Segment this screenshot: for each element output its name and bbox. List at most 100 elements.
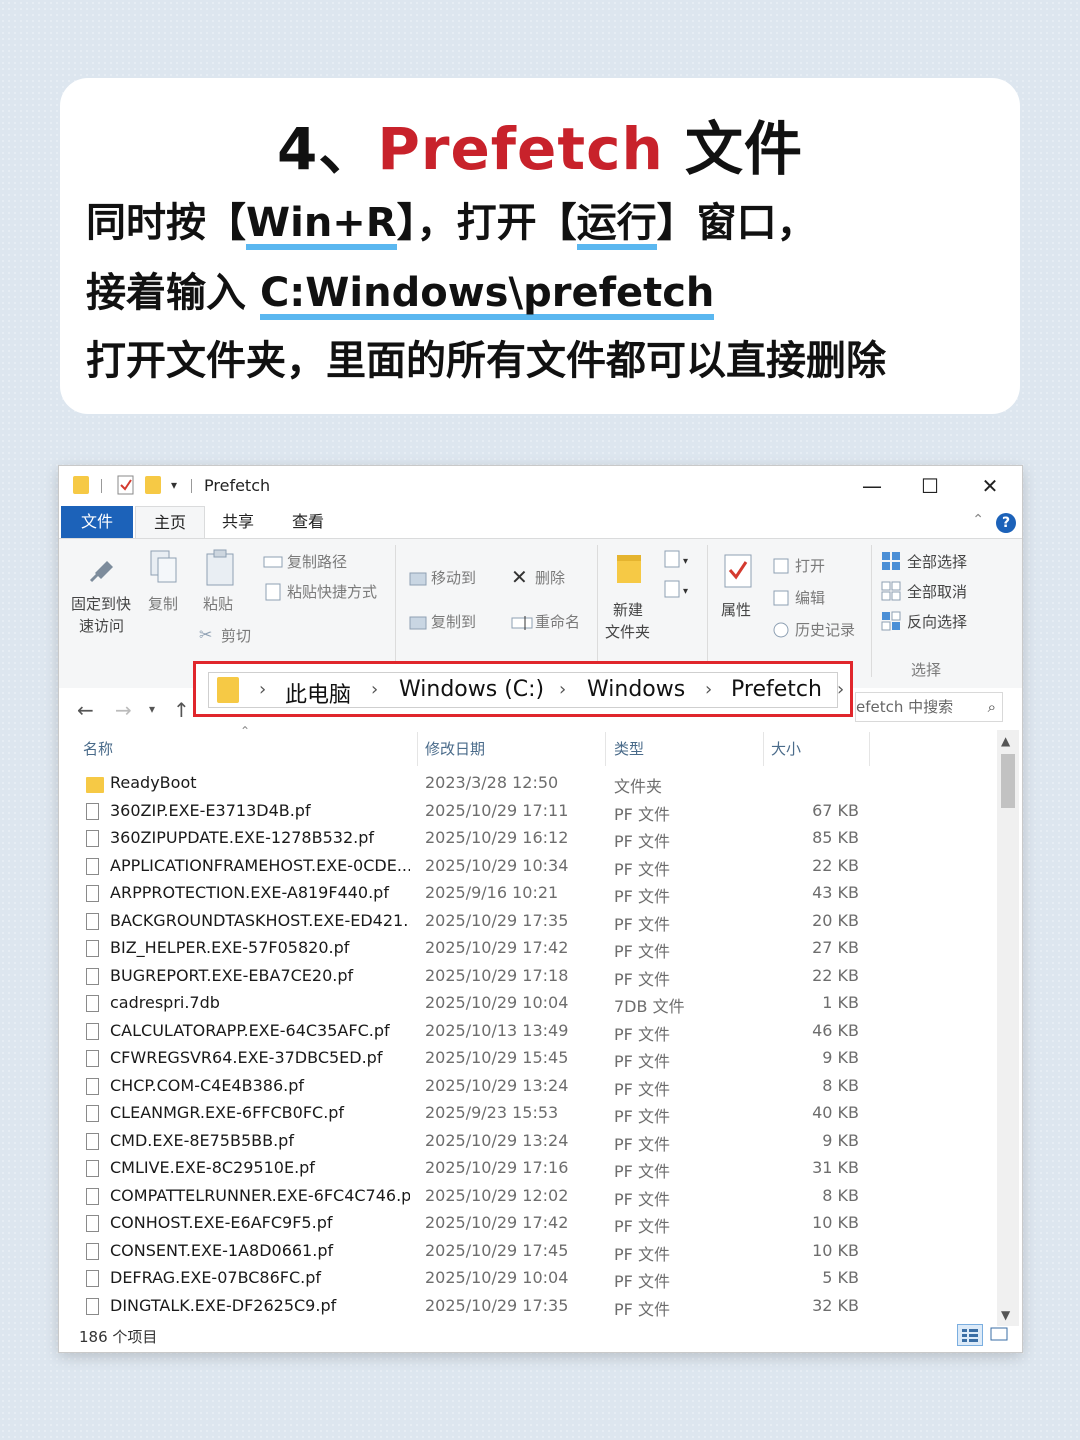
breadcrumb-prefetch[interactable]: Prefetch [731, 677, 822, 702]
table-row[interactable]: CONHOST.EXE-E6AFC9F5.pf 2025/10/29 17:42 P… [59, 1210, 999, 1238]
table-row[interactable]: CHCP.COM-C4E4B386.pf 2025/10/29 13:24 PF 文… [59, 1073, 999, 1101]
breadcrumb-separator[interactable]: › [837, 679, 844, 700]
edit-button[interactable]: 编辑 [795, 587, 825, 608]
table-row[interactable]: 360ZIP.EXE-E3713D4B.pf 2025/10/29 17:11 PF… [59, 798, 999, 826]
large-icons-view-icon[interactable] [987, 1324, 1013, 1346]
column-divider[interactable] [763, 732, 764, 766]
breadcrumb-c-drive[interactable]: Windows (C:) [399, 677, 544, 702]
column-divider[interactable] [869, 732, 870, 766]
table-row[interactable]: CFWREGSVR64.EXE-37DBC5ED.pf 2025/10/29 15… [59, 1045, 999, 1073]
address-bar[interactable]: › 此电脑 › Windows (C:) › Windows › Prefetc… [208, 672, 844, 709]
collapse-ribbon-icon[interactable]: ⌃ [972, 512, 984, 528]
table-row[interactable]: COMPATTELRUNNER.EXE-6FC4C746.pf 2025/10/2… [59, 1183, 999, 1211]
table-row[interactable]: BUGREPORT.EXE-EBA7CE20.pf 2025/10/29 17:1… [59, 963, 999, 991]
breadcrumb-separator[interactable]: › [705, 679, 712, 700]
pin-quick-access-button[interactable]: 固定到快 [71, 593, 131, 614]
table-row[interactable]: ARPPROTECTION.EXE-A819F440.pf 2025/9/16 1… [59, 880, 999, 908]
arrow-right-icon[interactable]: → [115, 698, 132, 722]
new-folder-button[interactable]: 新建 [613, 599, 643, 620]
invert-selection-button[interactable]: 反向选择 [907, 611, 967, 632]
file-icon [86, 1160, 99, 1177]
arrow-left-icon[interactable]: ← [77, 698, 94, 722]
delete-icon: ✕ [511, 565, 528, 589]
breadcrumb-separator[interactable]: › [259, 679, 266, 700]
file-date: 2025/10/29 17:16 [425, 1158, 569, 1177]
column-size[interactable]: 大小 [771, 738, 801, 759]
maximize-button[interactable]: ☐ [907, 470, 953, 502]
table-row[interactable]: CLEANMGR.EXE-6FFCB0FC.pf 2025/9/23 15:53 P… [59, 1100, 999, 1128]
paste-button[interactable]: 粘贴 [203, 593, 233, 614]
copy-path-button[interactable]: 复制路径 [287, 551, 347, 572]
file-type: PF 文件 [614, 942, 670, 961]
search-icon[interactable]: ⌕ [988, 693, 996, 721]
easy-access-icon[interactable]: ▾ [663, 579, 693, 605]
table-row[interactable]: CMD.EXE-8E75B5BB.pf 2025/10/29 13:24 PF 文件… [59, 1128, 999, 1156]
close-button[interactable]: ✕ [967, 470, 1013, 502]
file-name: BUGREPORT.EXE-EBA7CE20.pf [110, 965, 354, 985]
file-type: PF 文件 [614, 914, 670, 934]
cut-button[interactable]: 剪切 [221, 625, 251, 646]
folder-icon [73, 476, 89, 494]
file-type: PF 文件 [614, 1162, 670, 1181]
select-none-button[interactable]: 全部取消 [907, 581, 967, 602]
rename-button[interactable]: 重命名 [535, 611, 580, 632]
table-row[interactable]: CMLIVE.EXE-8C29510E.pf 2025/10/29 17:16 PF… [59, 1155, 999, 1183]
delete-button[interactable]: 删除 [535, 567, 565, 588]
column-divider[interactable] [417, 732, 418, 766]
new-folder-quick-icon[interactable] [145, 476, 161, 494]
table-row[interactable]: ReadyBoot 2023/3/28 12:50 文件夹 [59, 770, 999, 798]
scroll-down-icon[interactable]: ▼ [1001, 1308, 1010, 1322]
tab-home[interactable]: 主页 [135, 506, 205, 539]
properties-quick-icon[interactable] [117, 475, 135, 499]
open-button[interactable]: 打开 [795, 555, 825, 576]
file-date: 2025/10/29 10:34 [425, 855, 569, 875]
scrollbar-thumb[interactable] [1001, 754, 1015, 808]
vertical-scrollbar[interactable]: ▲ ▼ [997, 730, 1019, 1326]
column-type[interactable]: 类型 [614, 738, 644, 759]
arrow-up-icon[interactable]: ↑ [173, 698, 190, 722]
table-row[interactable]: CONSENT.EXE-1A8D0661.pf 2025/10/29 17:45 P… [59, 1238, 999, 1266]
scroll-up-icon[interactable]: ▲ [1001, 734, 1010, 748]
table-row[interactable]: APPLICATIONFRAMEHOST.EXE-0CDE... 2025/10/… [59, 853, 999, 881]
group-divider [597, 545, 598, 677]
table-row[interactable]: BIZ_HELPER.EXE-57F05820.pf 2025/10/29 17:… [59, 935, 999, 963]
file-name: CONSENT.EXE-1A8D0661.pf [110, 1240, 334, 1260]
invert-selection-icon [881, 611, 903, 635]
tab-file[interactable]: 文件 [61, 506, 133, 538]
table-row[interactable]: BACKGROUNDTASKHOST.EXE-ED421... 2025/10/2… [59, 908, 999, 936]
file-size: 40 KB [812, 1103, 859, 1122]
file-type: PF 文件 [614, 969, 670, 989]
breadcrumb-this-pc[interactable]: 此电脑 [285, 677, 351, 709]
table-row[interactable]: CALCULATORAPP.EXE-64C35AFC.pf 2025/10/13 … [59, 1018, 999, 1046]
details-view-icon[interactable] [957, 1324, 983, 1346]
paste-shortcut-button[interactable]: 粘贴快捷方式 [287, 581, 377, 602]
table-row[interactable]: DEFRAG.EXE-07BC86FC.pf 2025/10/29 10:04 PF… [59, 1265, 999, 1293]
copy-to-button[interactable]: 复制到 [431, 611, 476, 632]
history-button[interactable]: 历史记录 [795, 619, 855, 640]
breadcrumb-separator[interactable]: › [559, 679, 566, 700]
path-text: C:Windows\prefetch [259, 272, 715, 320]
file-icon [86, 1270, 99, 1287]
file-type: PF 文件 [614, 1024, 670, 1044]
table-row[interactable]: 360ZIPUPDATE.EXE-1278B532.pf 2025/10/29 1… [59, 825, 999, 853]
recent-locations-icon[interactable]: ▾ [149, 702, 155, 716]
file-name: APPLICATIONFRAMEHOST.EXE-0CDE... [110, 855, 410, 875]
column-name[interactable]: 名称 [83, 738, 113, 759]
tab-view[interactable]: 查看 [279, 506, 337, 538]
breadcrumb-windows[interactable]: Windows [587, 677, 685, 702]
help-icon[interactable]: ? [996, 513, 1016, 533]
column-date[interactable]: 修改日期 [425, 738, 485, 759]
breadcrumb-separator[interactable]: › [371, 679, 378, 700]
select-all-button[interactable]: 全部选择 [907, 551, 967, 572]
table-row[interactable]: cadrespri.7db 2025/10/29 10:04 7DB 文件 1 KB [59, 990, 999, 1018]
customize-toolbar-icon[interactable]: ▾ [171, 478, 177, 492]
column-divider[interactable] [605, 732, 606, 766]
copy-button[interactable]: 复制 [148, 593, 178, 614]
move-to-button[interactable]: 移动到 [431, 567, 476, 588]
new-item-icon[interactable]: ▾ [663, 549, 693, 575]
tab-share[interactable]: 共享 [209, 506, 267, 538]
search-input[interactable]: efetch 中搜索 ⌕ [855, 692, 1003, 722]
minimize-button[interactable]: — [849, 470, 895, 502]
properties-button[interactable]: 属性 [721, 599, 751, 620]
table-row[interactable]: DINGTALK.EXE-DF2625C9.pf 2025/10/29 17:35… [59, 1293, 999, 1321]
